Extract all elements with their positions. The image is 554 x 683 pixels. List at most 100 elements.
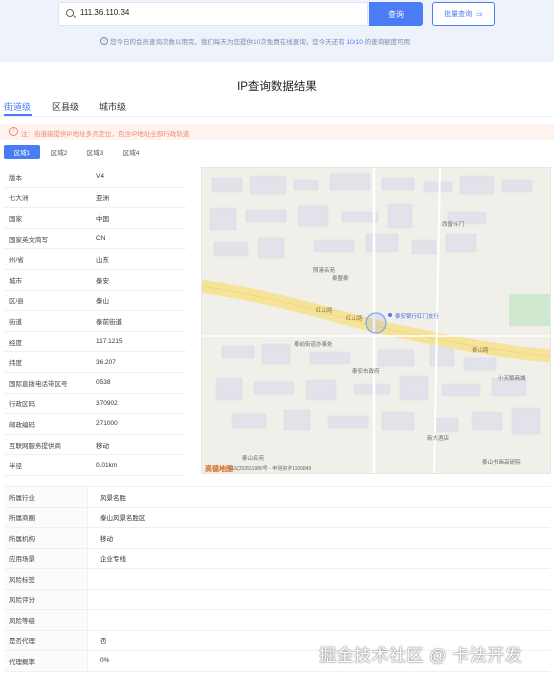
row-key: 所属行业: [4, 487, 88, 507]
table-row: 风险等级: [4, 610, 550, 631]
row-key: 州/省: [9, 257, 24, 265]
row-key: 国家: [9, 215, 22, 223]
table-row: 纬度 36.207: [4, 352, 186, 373]
table-row: 行政区码 370902: [4, 394, 186, 415]
row-value: 泰安: [96, 277, 109, 285]
batch-query-label: 批量查询: [444, 11, 473, 18]
table-row: 所属行业 风景名胜: [4, 487, 550, 508]
table-row: 街道 泰前街道: [4, 311, 186, 332]
row-value: 否: [100, 638, 107, 646]
row-value: 36.207: [96, 358, 116, 366]
row-value: 0538: [96, 379, 111, 387]
row-key: 风险评分: [4, 589, 88, 609]
row-value: 271000: [96, 420, 118, 428]
batch-query-button[interactable]: 批量查询 ⇨: [432, 2, 495, 26]
row-key: 区/县: [9, 298, 24, 306]
row-value: [88, 569, 100, 589]
map-label: 西普斗门: [442, 220, 464, 228]
map-copyright: GS(2025)1980号 - 甲测资字1100849: [230, 465, 312, 472]
table-row: 州/省 山东: [4, 249, 186, 270]
tab-area-3[interactable]: 区域3: [79, 145, 111, 159]
quota-notice: 您今日的会员查询次数以用完，我们每天为您提供10次免费在线查询，您今天还有 10…: [110, 36, 410, 46]
row-value: [88, 590, 100, 610]
row-value: 山东: [96, 257, 109, 265]
map-label: 泰安银行红门支行: [395, 312, 440, 320]
row-key: 是否代理: [4, 630, 88, 650]
location-pin: [388, 313, 392, 317]
row-key: 国家英文简写: [9, 236, 48, 244]
table-row: 互联网服务提供商 移动: [4, 435, 186, 456]
row-value: 企业专线: [100, 556, 126, 564]
table-row: 国际直拨电话带区号 0538: [4, 373, 186, 394]
map-logo: 高德地图: [205, 464, 233, 473]
result-title: IP查询数据结果: [237, 81, 317, 93]
quota-count: 10/10: [346, 39, 363, 46]
table-row: 七大洲 亚洲: [4, 188, 186, 209]
row-key: 七大洲: [9, 195, 29, 203]
row-key: 街道: [9, 318, 22, 326]
warning-text: 注：街道级提供IP地址多点定位，包含IP地址全部行政轨道: [21, 131, 190, 138]
row-value: 泰山: [96, 298, 109, 306]
row-value: 亚洲: [96, 195, 109, 203]
row-key: 所属商圈: [4, 507, 88, 527]
map-label: 新大酒店: [427, 434, 450, 442]
location-radius: [365, 312, 387, 334]
map-label: 红山路: [346, 314, 363, 322]
map-canvas: 西普斗门 照港名苑 泰盟泰 泰安银行红门支行 红山路 泰前街道办事处 红山路 泰…: [202, 168, 550, 473]
tab-area-1[interactable]: 区域1: [4, 145, 40, 159]
info-icon: i: [100, 37, 108, 45]
table-row: 区/县 泰山: [4, 291, 186, 312]
search-button[interactable]: 查询: [369, 2, 423, 26]
search-value[interactable]: 111.36.110.34: [80, 8, 129, 17]
row-value: 0%: [100, 657, 110, 665]
row-key: 国际直拨电话带区号: [9, 380, 68, 388]
row-key: 行政区码: [9, 401, 35, 409]
row-key: 风险标签: [4, 569, 88, 589]
row-value: 移动: [96, 442, 109, 450]
row-key: 代理概率: [4, 651, 88, 671]
row-value: 泰山风景名胜区: [100, 515, 146, 523]
map-label: 照港名苑: [313, 266, 336, 274]
row-value: 泰前街道: [96, 318, 122, 326]
table-row: 风险标签: [4, 569, 550, 590]
location-map[interactable]: 西普斗门 照港名苑 泰盟泰 泰安银行红门支行 红山路 泰前街道办事处 红山路 泰…: [201, 167, 551, 474]
row-key: 邮政编码: [9, 421, 35, 429]
row-key: 纬度: [9, 360, 22, 368]
row-key: 所属机构: [4, 528, 88, 548]
tab-city-level[interactable]: 城市级: [99, 100, 126, 113]
table-row: 国家 中国: [4, 208, 186, 229]
tab-county-level[interactable]: 区县级: [52, 100, 79, 113]
watermark: 掘金技术社区 @ 卡法开发: [319, 646, 523, 665]
table-row: 版本 V4: [4, 167, 186, 188]
tab-area-4[interactable]: 区域4: [115, 145, 147, 159]
map-label: 小天鹅商城: [498, 374, 526, 382]
row-value: V4: [96, 173, 104, 181]
row-key: 应用场景: [4, 548, 88, 568]
notice-prefix: 您今日的会员查询次数以用完，我们每天为您提供10次免费在线查询，您今天还有: [110, 39, 347, 46]
table-row: 应用场景 企业专线: [4, 548, 550, 569]
row-key: 风险等级: [4, 610, 88, 630]
ip-detail-table: 版本 V4 七大洲 亚洲 国家 中国 国家英文简写 CN 州/省 山东 城市 泰安 区/县泰…: [4, 167, 186, 476]
table-row: 所属商圈 泰山风景名胜区: [4, 507, 550, 528]
row-key: 城市: [9, 277, 22, 285]
row-key: 版本: [9, 174, 22, 182]
map-label: 泰盟泰: [332, 274, 349, 282]
arrow-right-icon: ⇨: [476, 9, 483, 19]
map-label: 泰山名苑: [242, 454, 265, 462]
green-area: [509, 294, 550, 326]
row-value: [88, 610, 100, 630]
tab-street-level[interactable]: 街道级: [4, 100, 31, 113]
row-value: 移动: [100, 535, 113, 543]
tab-area-2[interactable]: 区域2: [43, 145, 75, 159]
table-row: 城市 泰安: [4, 270, 186, 291]
row-value: 中国: [96, 215, 109, 223]
map-label: 泰安市政府: [352, 367, 380, 375]
warning-icon: !: [9, 127, 18, 136]
table-row: 半径 0.01km: [4, 455, 186, 476]
row-value: 370902: [96, 399, 118, 407]
table-row: 风险评分: [4, 589, 550, 610]
row-key: 经度: [9, 339, 22, 347]
search-icon: [66, 9, 74, 17]
divider: [0, 116, 554, 117]
map-label: 泰山路: [472, 346, 489, 354]
